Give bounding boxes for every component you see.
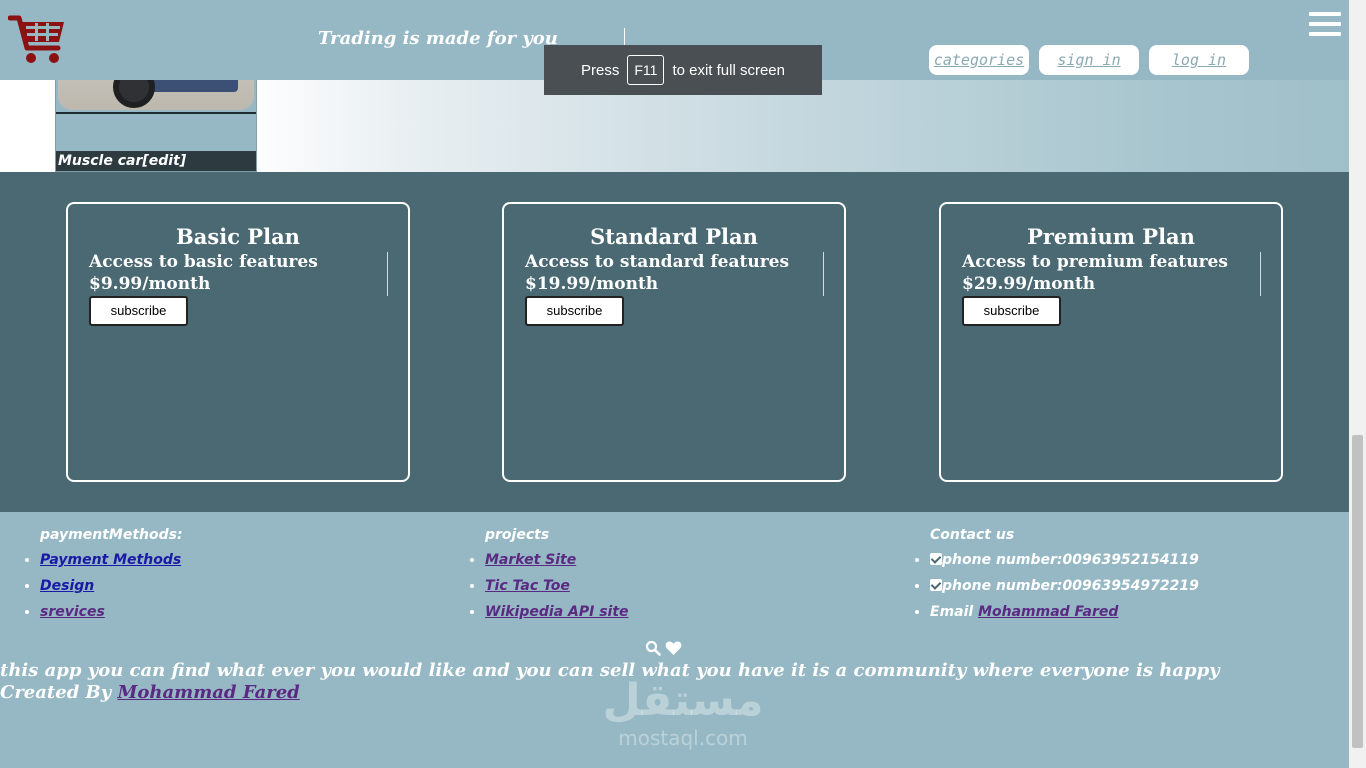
plan-description: Access to premium features	[962, 252, 1228, 272]
footer-heading: paymentMethods:	[40, 527, 183, 543]
plan-divider	[823, 252, 824, 296]
footer-icons	[645, 640, 682, 656]
plan-card-standard: Standard Plan Access to standard feature…	[502, 202, 846, 482]
plan-price: $9.99/month	[89, 274, 211, 294]
footer-contact-column: Contact us phone number:00963952154119 p…	[930, 527, 1199, 625]
plan-title: Basic Plan	[176, 224, 300, 249]
plan-description: Access to standard features	[525, 252, 790, 272]
categories-button[interactable]: categories	[929, 45, 1029, 75]
services-link[interactable]: srevices	[40, 604, 105, 620]
phone-number: phone number:00963952154119	[942, 552, 1199, 568]
list-item: Market Site	[485, 547, 629, 573]
footer-payment-column: paymentMethods: Payment Methods Design s…	[40, 527, 183, 625]
plan-divider	[1260, 252, 1261, 296]
phone-number: phone number:00963954972219	[942, 578, 1199, 594]
email-link[interactable]: Mohammad Fared	[978, 604, 1118, 620]
plans-section: Basic Plan Access to basic features $9.9…	[0, 172, 1349, 512]
contact-list: phone number:00963952154119 phone number…	[930, 547, 1199, 625]
vertical-scrollbar[interactable]	[1349, 0, 1366, 768]
log-in-button[interactable]: log in	[1149, 45, 1249, 75]
hamburger-menu-icon[interactable]	[1309, 12, 1341, 40]
list-item: srevices	[40, 599, 183, 625]
market-site-link[interactable]: Market Site	[485, 552, 576, 568]
list-item: Design	[40, 573, 183, 599]
plan-price: $29.99/month	[962, 274, 1096, 294]
payment-methods-link[interactable]: Payment Methods	[40, 552, 181, 568]
shopping-cart-icon[interactable]	[8, 14, 66, 66]
created-by-label: Created By	[0, 682, 112, 703]
heart-icon[interactable]	[665, 640, 682, 656]
list-item: Payment Methods	[40, 547, 183, 573]
plan-price: $19.99/month	[525, 274, 659, 294]
toast-rest-text: to exit full screen	[672, 61, 785, 79]
plan-card-premium: Premium Plan Access to premium features …	[939, 202, 1283, 482]
product-caption[interactable]: Muscle car[edit]	[56, 151, 256, 171]
hamburger-bar	[1309, 22, 1341, 26]
list-item: phone number:00963954972219	[930, 573, 1199, 599]
design-link[interactable]: Design	[40, 578, 94, 594]
wikipedia-api-link[interactable]: Wikipedia API site	[485, 604, 629, 620]
author-link[interactable]: Mohammad Fared	[118, 682, 300, 703]
project-links: Market Site Tic Tac Toe Wikipedia API si…	[485, 547, 629, 625]
plan-description: Access to basic features	[89, 252, 318, 272]
toast-press-text: Press	[581, 61, 620, 79]
created-by-line: Created By Mohammad Fared	[0, 682, 1349, 704]
about-text: this app you can find what ever you woul…	[0, 660, 1220, 681]
footer-about: this app you can find what ever you woul…	[0, 660, 1349, 704]
email-label: Email	[930, 604, 974, 620]
site-tagline: Trading is made for you	[318, 28, 558, 49]
footer-heading: Contact us	[930, 527, 1015, 543]
list-item: Tic Tac Toe	[485, 573, 629, 599]
plan-title: Standard Plan	[590, 224, 758, 249]
fullscreen-toast: Press F11 to exit full screen	[544, 45, 822, 95]
footer-heading: projects	[485, 527, 550, 543]
plan-title: Premium Plan	[1027, 224, 1195, 249]
phone-check-icon	[930, 553, 942, 565]
phone-check-icon	[930, 579, 942, 591]
search-icon[interactable]	[645, 640, 661, 656]
footer-projects-column: projects Market Site Tic Tac Toe Wikiped…	[485, 527, 629, 625]
subscribe-button[interactable]: subscribe	[962, 296, 1061, 326]
sign-in-button[interactable]: sign in	[1039, 45, 1139, 75]
scrollbar-thumb[interactable]	[1352, 435, 1363, 748]
subscribe-button[interactable]: subscribe	[89, 296, 188, 326]
hamburger-bar	[1309, 12, 1341, 16]
plan-card-basic: Basic Plan Access to basic features $9.9…	[66, 202, 410, 482]
list-item: Wikipedia API site	[485, 599, 629, 625]
tic-tac-toe-link[interactable]: Tic Tac Toe	[485, 578, 570, 594]
card-separator	[56, 112, 256, 114]
payment-links: Payment Methods Design srevices	[40, 547, 183, 625]
list-item: Email Mohammad Fared	[930, 599, 1199, 625]
subscribe-button[interactable]: subscribe	[525, 296, 624, 326]
list-item: phone number:00963952154119	[930, 547, 1199, 573]
watermark-latin: mostaql.com	[618, 726, 748, 750]
hamburger-bar	[1309, 32, 1341, 36]
plan-divider	[387, 252, 388, 296]
toast-key: F11	[627, 55, 665, 85]
